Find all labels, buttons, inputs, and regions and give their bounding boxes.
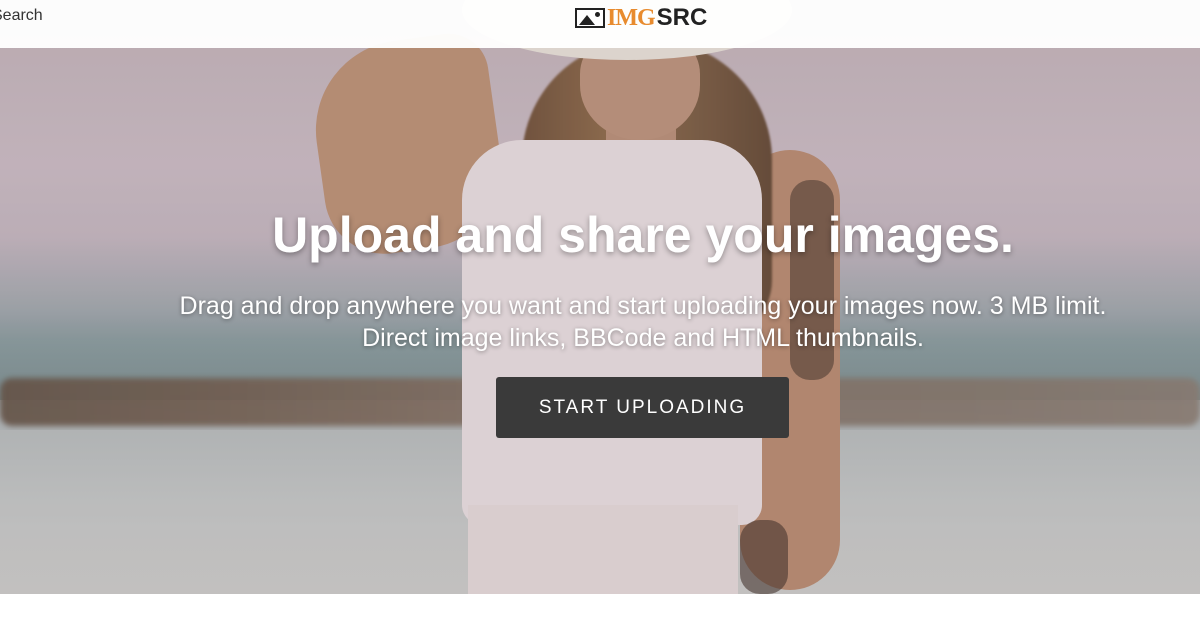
site-logo[interactable]: IMG SRC (575, 4, 708, 31)
search-link[interactable]: Search (0, 7, 43, 25)
hero-headline: Upload and share your images. (272, 207, 1014, 263)
top-bar: Search IMG SRC (0, 0, 1200, 48)
logo-text-src: SRC (656, 4, 708, 31)
start-uploading-button[interactable]: START UPLOADING (496, 377, 789, 438)
image-icon (575, 8, 605, 28)
page-bottom (0, 594, 1200, 630)
logo-text-img: IMG (607, 4, 656, 31)
hero-subtext: Drag and drop anywhere you want and star… (179, 292, 1107, 352)
